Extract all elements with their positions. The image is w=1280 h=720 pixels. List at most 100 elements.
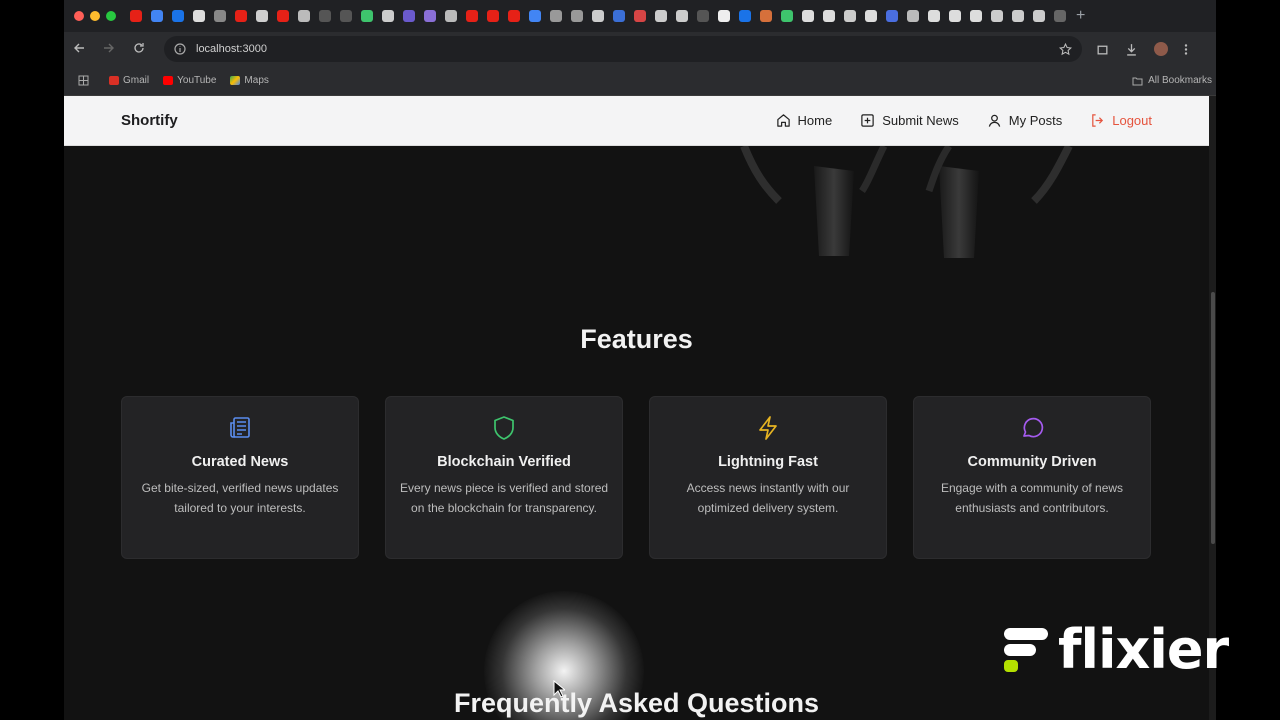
bookmark-label: Gmail — [123, 75, 150, 86]
bookmark-label: YouTube — [177, 75, 217, 86]
folder-icon — [1132, 77, 1143, 85]
tab-favicon[interactable] — [193, 10, 205, 22]
tab-favicon[interactable] — [277, 10, 289, 22]
tab-favicon[interactable] — [235, 10, 247, 22]
faq-heading: Frequently Asked Questions — [453, 688, 820, 718]
back-button[interactable] — [64, 41, 94, 57]
tab-favicon[interactable] — [928, 10, 940, 22]
address-bar[interactable]: localhost:3000 — [164, 36, 1082, 62]
profile-avatar[interactable] — [1154, 42, 1168, 56]
tab-favicon[interactable] — [550, 10, 562, 22]
tab-favicon[interactable] — [466, 10, 478, 22]
close-window-button[interactable] — [74, 11, 84, 21]
tab-favicon[interactable] — [319, 10, 331, 22]
tab-favicon[interactable] — [886, 10, 898, 22]
feature-title: Curated News — [191, 454, 289, 470]
nav-label: My Posts — [1008, 113, 1063, 128]
tab-favicon[interactable] — [718, 10, 730, 22]
arrow-left-icon — [74, 43, 84, 53]
features-grid: Curated News Get bite-sized, verified ne… — [121, 396, 1151, 559]
screen: + localhost:3000 Gmail YouTube Maps All … — [0, 0, 1280, 720]
nav-logout-link[interactable]: Logout — [1090, 113, 1152, 128]
tab-favicon[interactable] — [781, 10, 793, 22]
tab-favicon[interactable] — [676, 10, 688, 22]
tab-favicon[interactable] — [1033, 10, 1045, 22]
tab-favicon[interactable] — [298, 10, 310, 22]
tab-favicon[interactable] — [151, 10, 163, 22]
lightning-icon — [759, 416, 777, 440]
tab-favicon[interactable] — [487, 10, 499, 22]
tab-favicon[interactable] — [529, 10, 541, 22]
tab-favicon[interactable] — [508, 10, 520, 22]
bookmark-star-icon[interactable] — [1059, 42, 1072, 56]
tab-favicon[interactable] — [361, 10, 373, 22]
flixier-watermark: flixier — [1002, 618, 1229, 681]
maximize-window-button[interactable] — [106, 11, 116, 21]
nav-label: Submit News — [882, 113, 959, 128]
tab-favicon[interactable] — [634, 10, 646, 22]
feature-card-blockchain-verified: Blockchain Verified Every news piece is … — [385, 396, 623, 559]
tab-favicon[interactable] — [403, 10, 415, 22]
apps-grid-icon[interactable] — [78, 75, 89, 86]
newspaper-icon — [230, 417, 250, 438]
tab-favicon[interactable] — [130, 10, 142, 22]
browser-toolbar: localhost:3000 — [64, 32, 1216, 66]
nav-submit-news-link[interactable]: Submit News — [860, 113, 959, 128]
home-icon — [776, 114, 790, 127]
bookmark-gmail[interactable]: Gmail — [109, 75, 149, 86]
scrollbar-thumb[interactable] — [1211, 292, 1215, 544]
tab-favicon[interactable] — [802, 10, 814, 22]
tab-favicon[interactable] — [592, 10, 604, 22]
tab-favicon[interactable] — [214, 10, 226, 22]
tab-favicon[interactable] — [382, 10, 394, 22]
download-icon[interactable] — [1125, 43, 1138, 56]
tab-favicon[interactable] — [655, 10, 667, 22]
arrow-right-icon — [104, 43, 114, 53]
reload-button[interactable] — [124, 41, 154, 57]
feature-description: Every news piece is verified and stored … — [399, 481, 609, 515]
tab-favicon[interactable] — [1054, 10, 1066, 22]
chat-bubble-icon — [1023, 417, 1044, 438]
tab-favicon[interactable] — [256, 10, 268, 22]
pinned-tabs — [130, 10, 1066, 22]
nav-my-posts-link[interactable]: My Posts — [987, 113, 1062, 128]
tab-favicon[interactable] — [844, 10, 856, 22]
feature-description: Engage with a community of news enthusia… — [940, 481, 1124, 515]
tab-favicon[interactable] — [697, 10, 709, 22]
all-bookmarks-button[interactable]: All Bookmarks — [1132, 75, 1212, 86]
tab-favicon[interactable] — [445, 10, 457, 22]
bookmark-youtube[interactable]: YouTube — [163, 75, 216, 86]
bookmark-maps[interactable]: Maps — [230, 75, 269, 86]
tab-favicon[interactable] — [823, 10, 835, 22]
tab-favicon[interactable] — [760, 10, 772, 22]
tab-favicon[interactable] — [571, 10, 583, 22]
forward-button[interactable] — [94, 41, 124, 57]
tab-favicon[interactable] — [907, 10, 919, 22]
tab-favicon[interactable] — [340, 10, 352, 22]
tab-favicon[interactable] — [949, 10, 961, 22]
tab-favicon[interactable] — [172, 10, 184, 22]
tab-favicon[interactable] — [739, 10, 751, 22]
tab-favicon[interactable] — [991, 10, 1003, 22]
tab-favicon[interactable] — [424, 10, 436, 22]
feature-title: Lightning Fast — [718, 454, 818, 470]
minimize-window-button[interactable] — [90, 11, 100, 21]
bookmark-label: Maps — [244, 75, 269, 86]
tab-favicon[interactable] — [865, 10, 877, 22]
plus-square-icon — [861, 114, 874, 127]
tab-favicon[interactable] — [613, 10, 625, 22]
bookmarks-bar: Gmail YouTube Maps All Bookmarks — [64, 66, 1216, 96]
nav-home-link[interactable]: Home — [776, 113, 832, 128]
maps-icon — [230, 76, 241, 85]
close-tab-icon[interactable] — [970, 10, 982, 22]
new-tab-button[interactable]: + — [1076, 7, 1085, 25]
feature-title: Community Driven — [967, 454, 1097, 470]
extensions-icon[interactable] — [1096, 43, 1109, 56]
youtube-icon — [163, 76, 174, 85]
watermark-text: flixier — [1058, 618, 1229, 681]
menu-dots-icon[interactable] — [1184, 43, 1188, 56]
feature-card-lightning-fast: Lightning Fast Access news instantly wit… — [649, 396, 887, 559]
site-info-icon[interactable] — [174, 43, 186, 55]
site-brand[interactable]: Shortify — [121, 112, 178, 129]
tab-favicon[interactable] — [1012, 10, 1024, 22]
